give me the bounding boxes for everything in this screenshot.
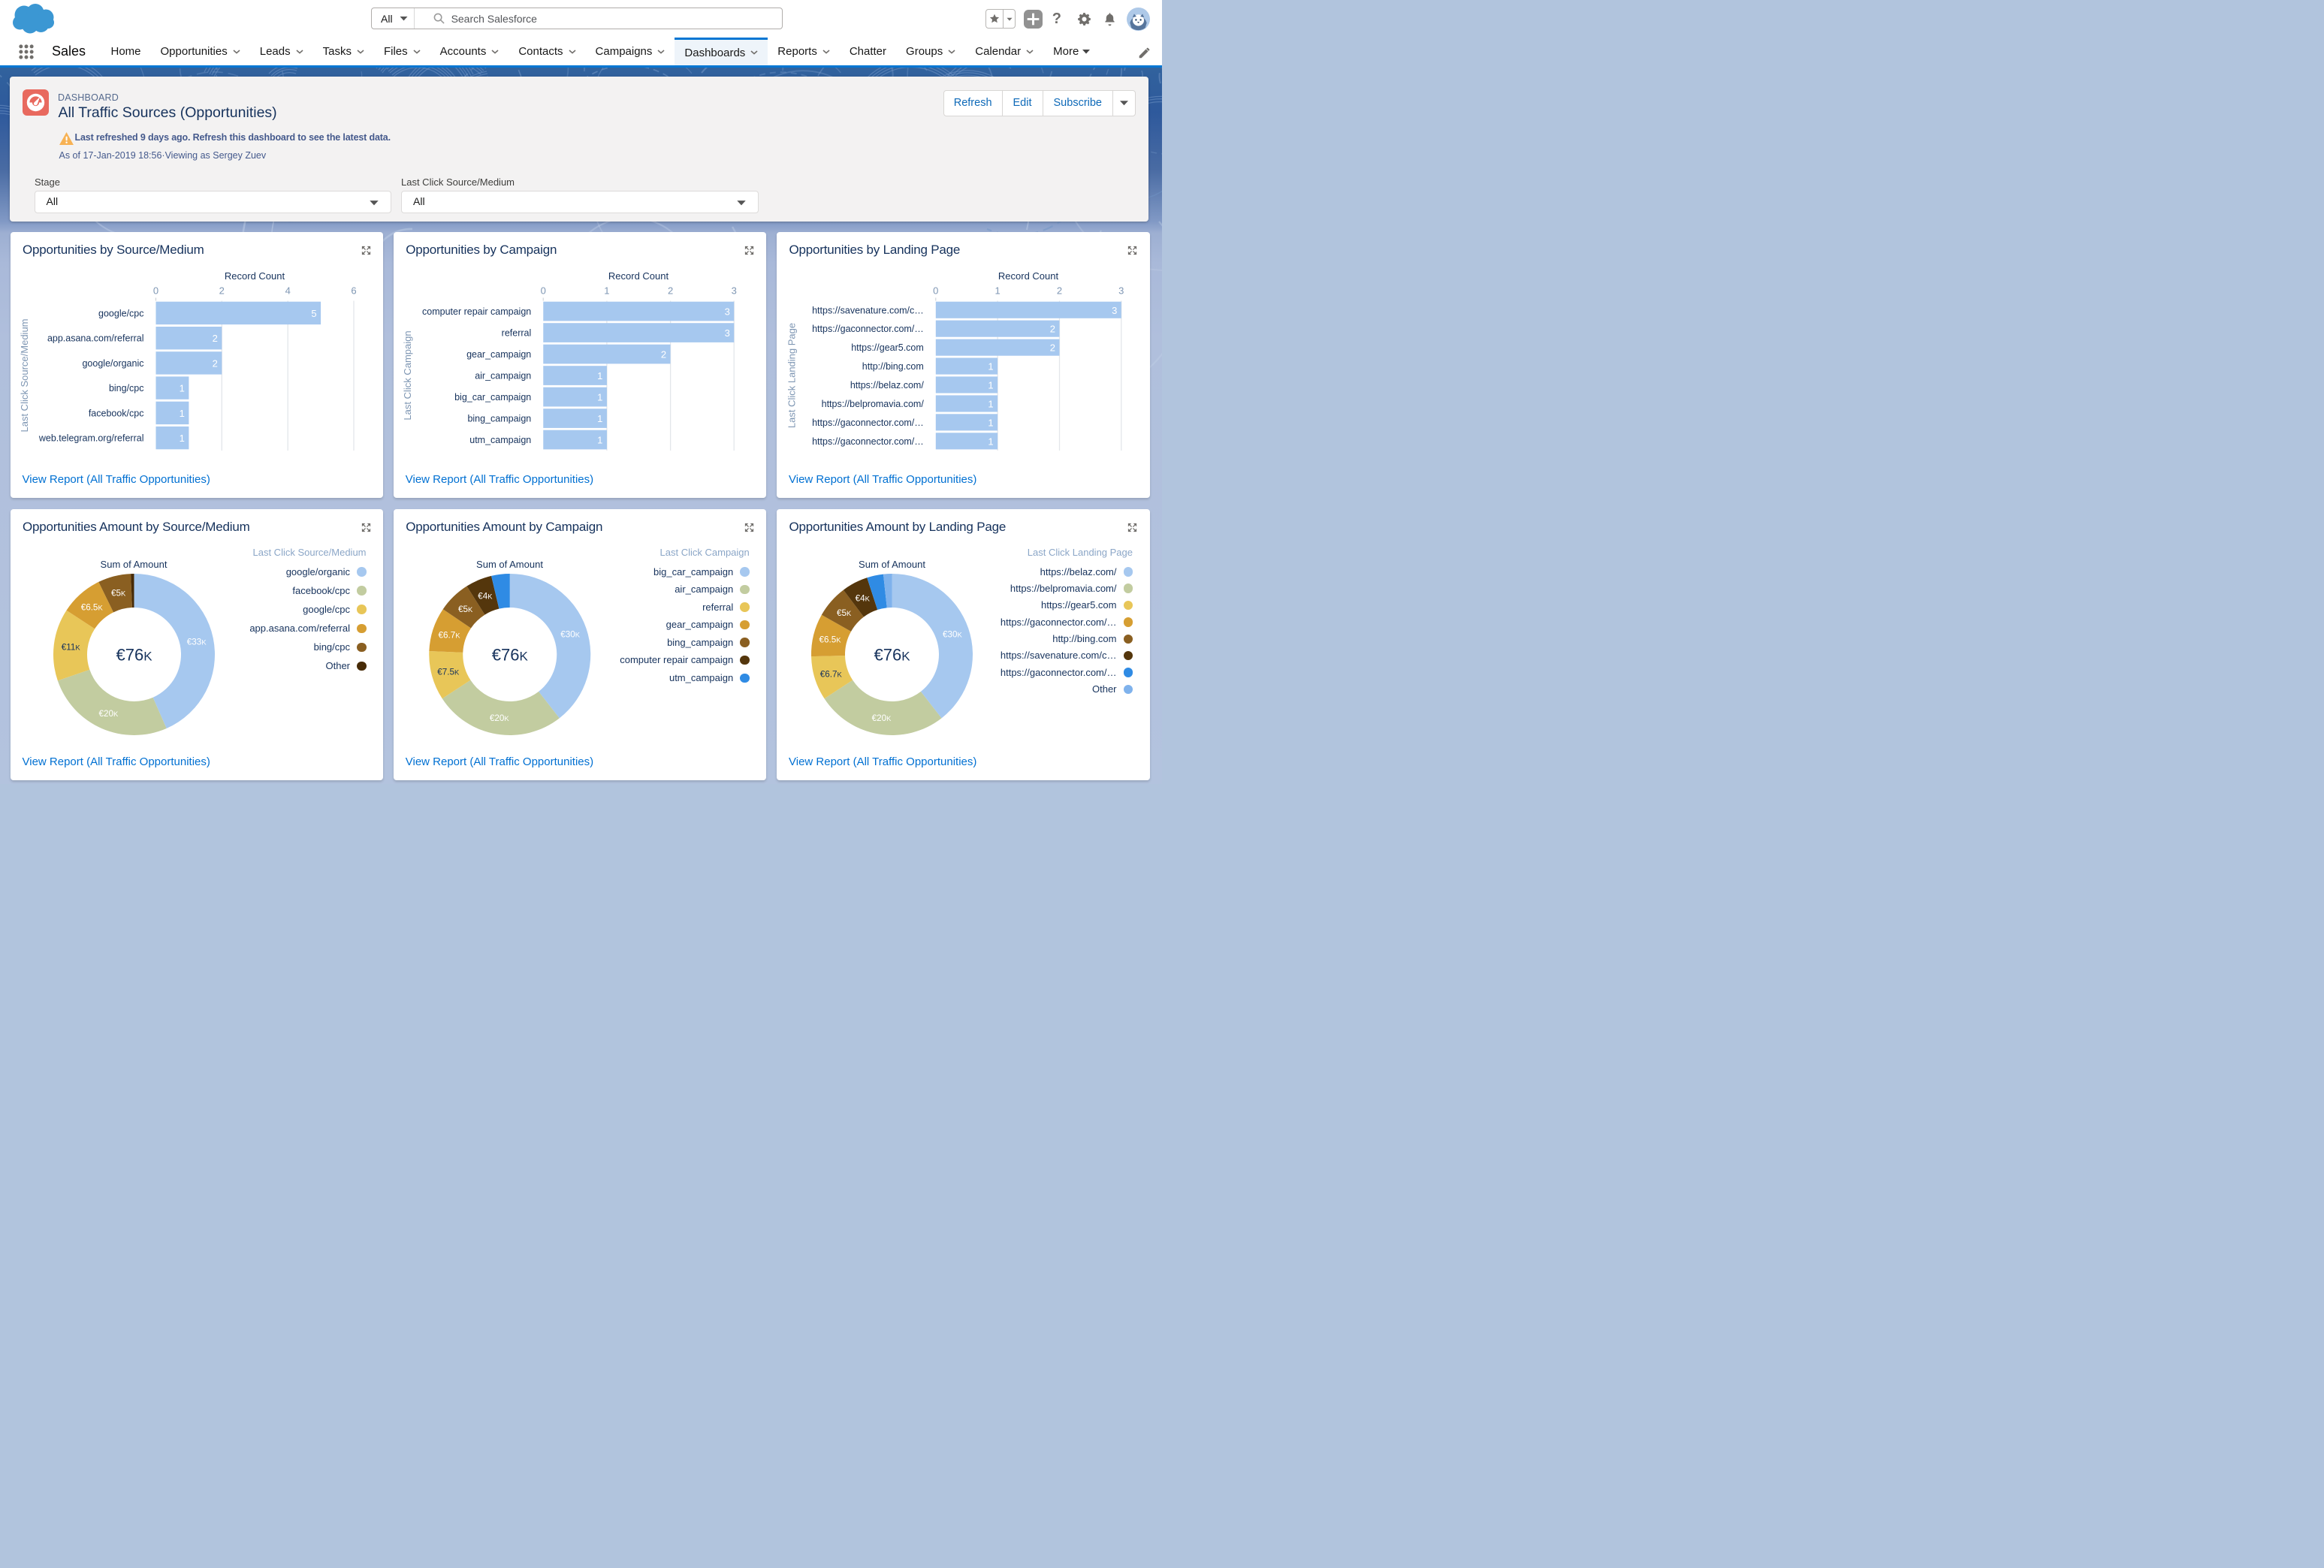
svg-text:bing_campaign: bing_campaign bbox=[467, 413, 531, 424]
svg-text:Last Click Landing Page: Last Click Landing Page bbox=[786, 322, 798, 427]
svg-text:https://belpromavia.com/: https://belpromavia.com/ bbox=[822, 399, 925, 409]
svg-text:4: 4 bbox=[285, 285, 290, 296]
svg-text:0: 0 bbox=[152, 285, 158, 296]
svg-text:1: 1 bbox=[597, 391, 602, 403]
svg-text:€4K: €4K bbox=[478, 592, 493, 602]
svg-text:€11K: €11K bbox=[61, 643, 80, 653]
svg-text:https://savenature.com/c…: https://savenature.com/c… bbox=[812, 305, 924, 315]
svg-text:2: 2 bbox=[1050, 342, 1055, 353]
svg-text:€20K: €20K bbox=[872, 713, 892, 723]
svg-text:2: 2 bbox=[661, 348, 666, 360]
svg-text:Record Count: Record Count bbox=[224, 270, 285, 282]
svg-text:Record Count: Record Count bbox=[608, 270, 669, 282]
svg-text:3: 3 bbox=[1118, 285, 1124, 296]
svg-text:€5K: €5K bbox=[458, 605, 473, 614]
svg-text:1: 1 bbox=[604, 285, 609, 296]
svg-text:https://belaz.com/: https://belaz.com/ bbox=[850, 380, 924, 390]
svg-text:€30K: €30K bbox=[560, 629, 581, 639]
svg-text:€76K: €76K bbox=[874, 646, 910, 665]
svg-text:2: 2 bbox=[1057, 285, 1062, 296]
svg-text:0: 0 bbox=[540, 285, 545, 296]
svg-text:1: 1 bbox=[988, 360, 993, 372]
svg-text:3: 3 bbox=[724, 327, 729, 339]
svg-text:referral: referral bbox=[501, 327, 531, 338]
svg-text:2: 2 bbox=[219, 285, 224, 296]
svg-text:€6.7K: €6.7K bbox=[820, 669, 843, 679]
svg-text:€30K: €30K bbox=[943, 629, 963, 639]
svg-text:€4K: €4K bbox=[856, 594, 871, 604]
svg-text:https://gaconnector.com/…: https://gaconnector.com/… bbox=[812, 436, 924, 446]
svg-text:€5K: €5K bbox=[837, 608, 852, 618]
svg-text:gear_campaign: gear_campaign bbox=[466, 349, 531, 360]
svg-text:€6.5K: €6.5K bbox=[819, 635, 841, 645]
svg-text:1: 1 bbox=[988, 398, 993, 409]
svg-text:1: 1 bbox=[988, 379, 993, 390]
svg-text:https://gaconnector.com/…: https://gaconnector.com/… bbox=[812, 417, 924, 427]
svg-text:3: 3 bbox=[731, 285, 736, 296]
svg-text:€20K: €20K bbox=[490, 713, 510, 723]
svg-text:€33K: €33K bbox=[186, 638, 207, 647]
svg-text:€76K: €76K bbox=[116, 646, 152, 665]
svg-text:€76K: €76K bbox=[491, 646, 528, 665]
svg-text:web.telegram.org/referral: web.telegram.org/referral bbox=[38, 433, 143, 443]
svg-text:€7.5K: €7.5K bbox=[437, 668, 460, 677]
svg-text:3: 3 bbox=[1112, 304, 1117, 315]
svg-text:1: 1 bbox=[597, 434, 602, 445]
svg-text:bing/cpc: bing/cpc bbox=[108, 383, 143, 394]
svg-text:google/cpc: google/cpc bbox=[98, 308, 143, 318]
svg-text:big_car_campaign: big_car_campaign bbox=[454, 392, 531, 403]
svg-text:1: 1 bbox=[597, 370, 602, 381]
svg-text:Last Click Campaign: Last Click Campaign bbox=[402, 330, 413, 420]
svg-text:1: 1 bbox=[988, 436, 993, 447]
svg-text:1: 1 bbox=[994, 285, 1000, 296]
svg-text:Record Count: Record Count bbox=[998, 270, 1059, 282]
svg-text:2: 2 bbox=[212, 333, 217, 344]
svg-text:http://bing.com: http://bing.com bbox=[862, 361, 924, 372]
svg-text:3: 3 bbox=[724, 306, 729, 317]
svg-text:1: 1 bbox=[179, 433, 184, 444]
svg-text:€6.5K: €6.5K bbox=[80, 602, 103, 612]
svg-text:1: 1 bbox=[179, 407, 184, 418]
svg-text:Last Click Source/Medium: Last Click Source/Medium bbox=[19, 318, 30, 432]
svg-text:0: 0 bbox=[933, 285, 938, 296]
svg-text:1: 1 bbox=[179, 382, 184, 394]
svg-text:5: 5 bbox=[311, 307, 316, 318]
svg-text:air_campaign: air_campaign bbox=[475, 370, 531, 381]
svg-text:€20K: €20K bbox=[98, 709, 119, 719]
svg-text:app.asana.com/referral: app.asana.com/referral bbox=[47, 333, 143, 343]
svg-text:utm_campaign: utm_campaign bbox=[469, 435, 531, 445]
svg-text:google/organic: google/organic bbox=[82, 357, 143, 368]
svg-text:https://gaconnector.com/…: https://gaconnector.com/… bbox=[812, 324, 924, 334]
svg-text:2: 2 bbox=[668, 285, 673, 296]
svg-text:computer repair campaign: computer repair campaign bbox=[422, 306, 531, 317]
svg-text:2: 2 bbox=[212, 357, 217, 369]
svg-text:6: 6 bbox=[351, 285, 356, 296]
svg-text:€6.7K: €6.7K bbox=[438, 630, 460, 640]
svg-text:facebook/cpc: facebook/cpc bbox=[88, 408, 143, 418]
svg-text:https://gear5.com: https://gear5.com bbox=[851, 342, 924, 353]
svg-text:1: 1 bbox=[988, 417, 993, 428]
svg-text:2: 2 bbox=[1050, 323, 1055, 334]
svg-text:1: 1 bbox=[597, 413, 602, 424]
svg-text:€5K: €5K bbox=[110, 589, 125, 599]
